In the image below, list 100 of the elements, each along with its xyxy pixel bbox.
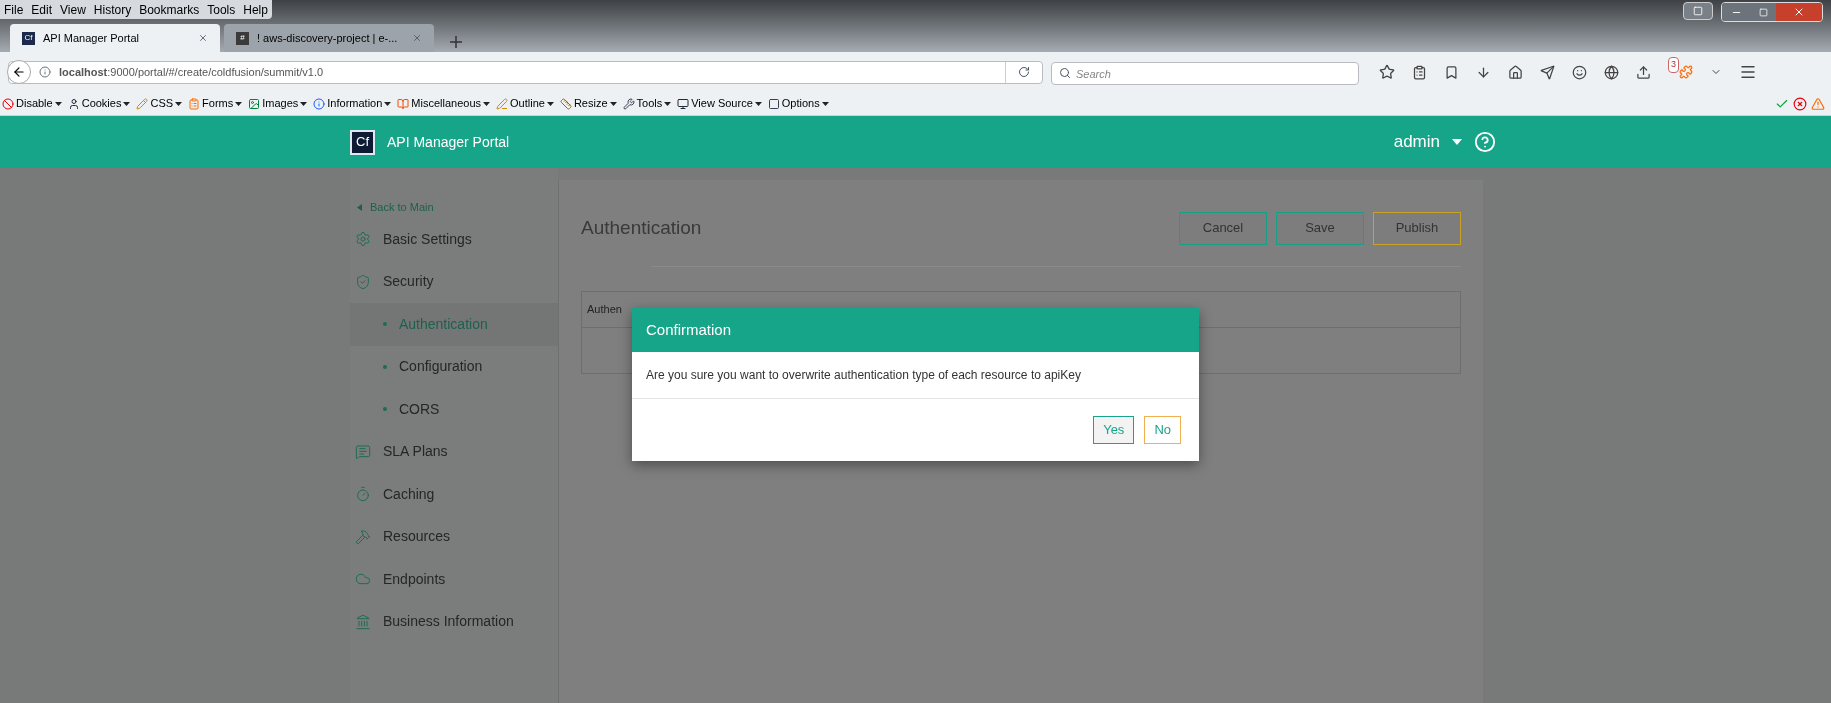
ban-icon	[2, 97, 14, 110]
person-icon	[67, 97, 80, 110]
app-title: API Manager Portal	[387, 132, 510, 152]
gear-icon	[355, 231, 371, 248]
caret-icon	[483, 101, 491, 106]
ruler-icon	[559, 97, 572, 110]
url-field[interactable]: localhost:9000/portal/#/create/coldfusion/summit/v1.0	[8, 60, 1043, 84]
close-icon[interactable]	[412, 33, 422, 43]
star-icon[interactable]	[1379, 64, 1395, 80]
caret-icon	[609, 101, 617, 106]
toolbar-menu-button[interactable]: Forms	[188, 95, 243, 112]
sidebar-item[interactable]: Caching	[350, 473, 558, 516]
sidebar-subitem[interactable]: CORS	[350, 388, 558, 431]
caret-icon	[384, 101, 392, 106]
pen-icon	[496, 97, 509, 110]
menu-item[interactable]: Help	[243, 0, 268, 19]
reader-icon[interactable]	[1412, 64, 1427, 80]
sidebar-item[interactable]: Business Information	[350, 600, 558, 643]
square-icon	[1693, 6, 1703, 16]
back-arrow-icon	[12, 65, 26, 79]
maximize-button[interactable]	[1750, 3, 1776, 21]
bank-icon	[355, 613, 371, 630]
tab-favicon: Cf	[22, 31, 35, 45]
caret-icon	[754, 101, 762, 106]
sidebar-item[interactable]: Security	[350, 260, 558, 303]
shield-icon	[355, 273, 371, 290]
monitor-icon	[677, 97, 690, 110]
menu-item[interactable]: History	[93, 0, 132, 19]
message-icon	[355, 443, 371, 460]
browser-tab[interactable]: Cf API Manager Portal	[10, 24, 220, 52]
sidebar-item[interactable]: SLA Plans	[350, 430, 558, 473]
toolbar-menu-button[interactable]: Cookies	[67, 95, 131, 112]
menu-item[interactable]: View	[60, 0, 86, 19]
menu-icon[interactable]	[1739, 63, 1757, 81]
smiley-icon[interactable]	[1572, 64, 1587, 80]
close-icon[interactable]	[198, 33, 208, 43]
caret-icon	[300, 101, 308, 106]
home-icon[interactable]	[1508, 64, 1523, 80]
menu-item[interactable]: Tools	[207, 0, 236, 19]
caret-icon	[235, 101, 243, 106]
caret-icon	[175, 101, 183, 106]
clipboard-icon	[188, 97, 201, 110]
upload-icon[interactable]	[1636, 64, 1651, 80]
globe-icon[interactable]	[1604, 64, 1619, 80]
bookmark-icon[interactable]	[1444, 64, 1459, 80]
puzzle-icon[interactable]	[1679, 65, 1693, 79]
square-icon	[767, 97, 780, 110]
caret-icon	[54, 101, 62, 106]
tab-title: API Manager Portal	[43, 30, 140, 46]
toolbar-menu-button[interactable]: Tools	[622, 95, 672, 112]
sidebar-subitem[interactable]: Configuration	[350, 345, 558, 388]
toolbar-menu-button[interactable]: Miscellaneous	[397, 95, 491, 112]
tab-favicon: #	[236, 31, 249, 45]
image-icon	[248, 97, 261, 110]
dialog-message: Are you sure you want to overwrite authentication type of each resource to apiKey	[646, 367, 1081, 384]
notification-badge: 3	[1668, 57, 1679, 73]
pencil-icon	[136, 97, 149, 110]
caret-icon	[1452, 139, 1462, 145]
toolbar-menu-button[interactable]: View Source	[677, 95, 762, 112]
toolbar-menu-button[interactable]: Disable	[2, 95, 62, 112]
reload-icon[interactable]	[1018, 66, 1030, 78]
search-field[interactable]: Search	[1051, 62, 1359, 85]
sidebar-item[interactable]: Endpoints	[350, 558, 558, 601]
logo: Cf	[350, 129, 375, 155]
window-mode-button[interactable]	[1683, 2, 1713, 20]
caret-icon	[821, 101, 829, 106]
toolbar-menu-button[interactable]: CSS	[136, 95, 183, 112]
menu-item[interactable]: Bookmarks	[139, 0, 200, 19]
toolbar-menu-button[interactable]: Outline	[496, 95, 554, 112]
square-icon	[1758, 7, 1768, 17]
toolbar-menu-button[interactable]: Images	[248, 95, 308, 112]
wrench-icon	[622, 97, 635, 110]
error-icon[interactable]	[1793, 96, 1807, 111]
toolbar-menu-button[interactable]: Information	[313, 95, 392, 112]
search-icon	[1059, 66, 1071, 79]
sidebar-item[interactable]: Basic Settings	[350, 218, 558, 261]
menu-item[interactable]: File	[4, 0, 24, 19]
back-button[interactable]	[7, 60, 31, 84]
caret-icon	[546, 101, 554, 106]
download-icon[interactable]	[1476, 64, 1491, 80]
stopwatch-icon	[355, 486, 371, 503]
triangle-icon	[357, 203, 362, 211]
info-icon	[313, 97, 326, 110]
sidebar-item[interactable]: Resources	[350, 515, 558, 558]
url-text: localhost:9000/portal/#/create/coldfusion/summit/v1.0	[59, 64, 325, 80]
help-icon[interactable]	[1474, 131, 1496, 153]
page-title: Authentication	[581, 215, 702, 240]
caret-icon	[123, 101, 131, 106]
tab-title: ! aws-discovery-project | e-...	[257, 30, 399, 46]
book-icon	[397, 97, 410, 110]
warning-icon[interactable]	[1811, 96, 1825, 111]
send-icon[interactable]	[1540, 64, 1555, 80]
toolbar-menu-button[interactable]: Resize	[559, 95, 617, 112]
caret-icon	[664, 101, 672, 106]
dialog-title: Confirmation	[646, 319, 732, 340]
info-icon[interactable]	[39, 66, 51, 78]
menu-item[interactable]: Edit	[31, 0, 53, 19]
browser-tab[interactable]: # ! aws-discovery-project | e-...	[224, 24, 434, 52]
toolbar-menu-button[interactable]: Options	[767, 95, 829, 112]
tools-icon	[355, 528, 371, 545]
